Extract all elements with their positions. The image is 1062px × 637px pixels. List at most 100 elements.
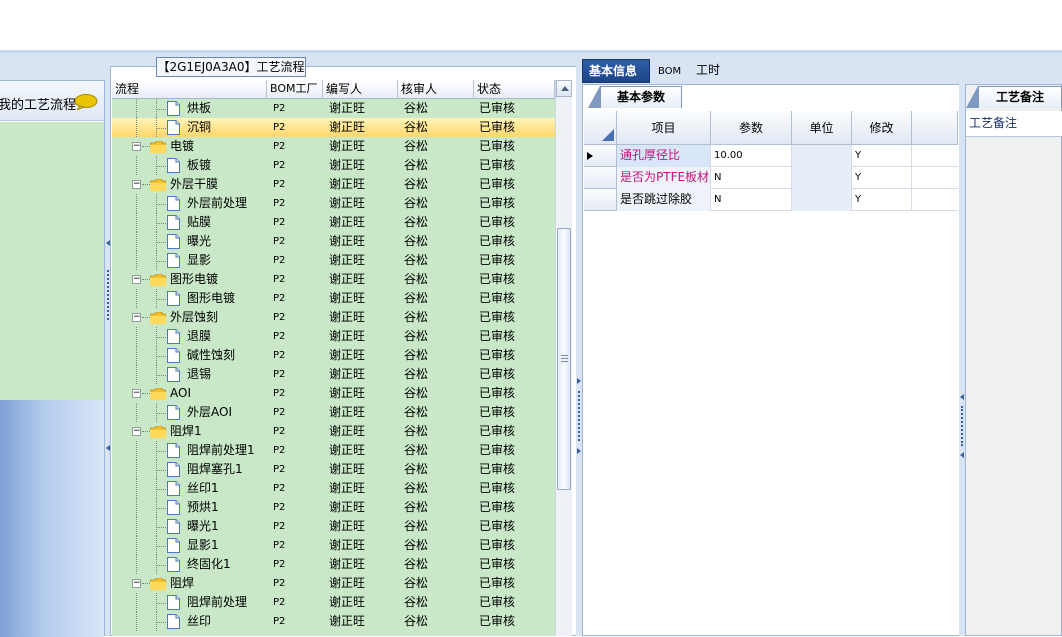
tree-row[interactable]: − 外层干膜 P2 谢正旺 谷松 已审核: [112, 175, 555, 194]
notes-tab-edge: [966, 86, 978, 108]
step-name: 阻焊前处理: [187, 595, 248, 609]
param-value-input[interactable]: N: [711, 167, 792, 189]
tree-row[interactable]: 贴膜 P2 谢正旺 谷松 已审核: [112, 213, 555, 232]
param-value-input[interactable]: 10.00: [711, 145, 792, 167]
col-header-status[interactable]: 状态: [474, 80, 555, 99]
tree-connector: [156, 527, 166, 528]
writer: 谢正旺: [329, 101, 366, 115]
tree-row[interactable]: 曝光1 P2 谢正旺 谷松 已审核: [112, 517, 555, 536]
step-name: 图形电镀: [170, 272, 219, 286]
param-row[interactable]: 是否跳过除胶 N Y: [584, 189, 958, 211]
status: 已审核: [479, 101, 516, 115]
collapse-toggle-icon[interactable]: −: [132, 427, 141, 436]
tree-connector: [142, 317, 150, 318]
scroll-up-button[interactable]: [556, 80, 572, 97]
param-row[interactable]: 是否为PTFE板材 N Y: [584, 167, 958, 189]
tree-row[interactable]: 图形电镀 P2 谢正旺 谷松 已审核: [112, 289, 555, 308]
tab-work-hours[interactable]: 工时: [690, 59, 730, 83]
params-col-value[interactable]: 参数: [711, 111, 792, 145]
collapse-toggle-icon[interactable]: −: [132, 142, 141, 151]
status: 已审核: [479, 348, 516, 362]
params-col-item[interactable]: 项目: [617, 111, 711, 145]
tree-row[interactable]: 沉铜 P2 谢正旺 谷松 已审核: [112, 118, 555, 137]
step-name: 碱性蚀刻: [187, 348, 236, 362]
param-value-input[interactable]: N: [711, 189, 792, 211]
tree-row[interactable]: 阻焊前处理1 P2 谢正旺 谷松 已审核: [112, 441, 555, 460]
row-indicator[interactable]: [584, 167, 617, 189]
folder-icon: [150, 141, 166, 153]
process-notes-field[interactable]: 工艺备注: [966, 111, 1062, 137]
collapse-toggle-icon[interactable]: −: [132, 579, 141, 588]
tab-process-notes[interactable]: 工艺备注: [978, 86, 1062, 108]
tree-connector: [136, 593, 137, 612]
tree-connector: [136, 536, 137, 555]
tree-row[interactable]: − 电镀 P2 谢正旺 谷松 已审核: [112, 137, 555, 156]
tree-row[interactable]: 外层前处理 P2 谢正旺 谷松 已审核: [112, 194, 555, 213]
tree-row[interactable]: 丝印1 P2 谢正旺 谷松 已审核: [112, 479, 555, 498]
tree-row[interactable]: − 阻焊 P2 谢正旺 谷松 已审核: [112, 574, 555, 593]
tree-row[interactable]: 阻焊前处理 P2 谢正旺 谷松 已审核: [112, 593, 555, 612]
tab-basic-params[interactable]: 基本参数: [600, 86, 682, 108]
folder-icon: [150, 578, 166, 590]
tree-row[interactable]: 烘板 P2 谢正旺 谷松 已审核: [112, 99, 555, 118]
tree-row[interactable]: 曝光 P2 谢正旺 谷松 已审核: [112, 232, 555, 251]
tree-row[interactable]: 退膜 P2 谢正旺 谷松 已审核: [112, 327, 555, 346]
reviewer: 谷松: [404, 481, 429, 495]
document-icon: [167, 120, 180, 135]
document-icon: [167, 481, 180, 496]
status: 已审核: [479, 443, 516, 457]
tree-row[interactable]: 预烘1 P2 谢正旺 谷松 已审核: [112, 498, 555, 517]
collapse-toggle-icon[interactable]: −: [132, 180, 141, 189]
tree-row[interactable]: 显影1 P2 谢正旺 谷松 已审核: [112, 536, 555, 555]
tab-bom[interactable]: BOM: [652, 59, 686, 83]
folder-icon: [150, 274, 166, 286]
tree-row[interactable]: − 图形电镀 P2 谢正旺 谷松 已审核: [112, 270, 555, 289]
tree-row[interactable]: − AOI P2 谢正旺 谷松 已审核: [112, 384, 555, 403]
collapse-toggle-icon[interactable]: −: [132, 313, 141, 322]
status: 已审核: [479, 557, 516, 571]
col-header-flow[interactable]: 流程: [112, 80, 267, 99]
collapse-toggle-icon[interactable]: −: [132, 389, 141, 398]
tree-row[interactable]: 板镀 P2 谢正旺 谷松 已审核: [112, 156, 555, 175]
reviewer: 谷松: [404, 196, 429, 210]
tree-connector: [156, 508, 166, 509]
tree-row[interactable]: 阻焊塞孔1 P2 谢正旺 谷松 已审核: [112, 460, 555, 479]
grid-vertical-scrollbar[interactable]: [555, 80, 572, 636]
tree-row[interactable]: − 阻焊1 P2 谢正旺 谷松 已审核: [112, 422, 555, 441]
param-row[interactable]: 通孔厚径比 10.00 Y: [584, 145, 958, 167]
tree-row[interactable]: 碱性蚀刻 P2 谢正旺 谷松 已审核: [112, 346, 555, 365]
tree-row[interactable]: 终固化1 P2 谢正旺 谷松 已审核: [112, 555, 555, 574]
tree-connector: [156, 565, 166, 566]
col-header-reviewer[interactable]: 核审人: [398, 80, 474, 99]
col-header-bom[interactable]: BOM工厂: [267, 80, 323, 99]
status: 已审核: [479, 538, 516, 552]
writer: 谢正旺: [329, 519, 366, 533]
tree-row[interactable]: 丝印 P2 谢正旺 谷松 已审核: [112, 612, 555, 631]
document-icon: [167, 101, 180, 116]
row-indicator[interactable]: [584, 189, 617, 211]
writer: 谢正旺: [329, 405, 366, 419]
status: 已审核: [479, 481, 516, 495]
nav-item-my-process[interactable]: 我的工艺流程: [0, 81, 104, 121]
tree-connector: [136, 479, 137, 498]
tab-basic-info[interactable]: 基本信息: [582, 59, 650, 83]
tree-row[interactable]: 显影 P2 谢正旺 谷松 已审核: [112, 251, 555, 270]
step-name: 图形电镀: [187, 291, 236, 305]
col-header-writer[interactable]: 编写人: [323, 80, 398, 99]
bom-factory: P2: [273, 540, 286, 551]
status: 已审核: [479, 310, 516, 324]
reviewer: 谷松: [404, 557, 429, 571]
document-icon: [167, 462, 180, 477]
document-icon: [167, 196, 180, 211]
params-col-unit[interactable]: 单位: [792, 111, 852, 145]
collapse-toggle-icon[interactable]: −: [132, 275, 141, 284]
tree-row[interactable]: − 外层蚀刻 P2 谢正旺 谷松 已审核: [112, 308, 555, 327]
scroll-thumb[interactable]: [557, 228, 571, 490]
folder-icon: [150, 388, 166, 400]
reviewer: 谷松: [404, 215, 429, 229]
tree-row[interactable]: 外层AOI P2 谢正旺 谷松 已审核: [112, 403, 555, 422]
tree-row[interactable]: 退锡 P2 谢正旺 谷松 已审核: [112, 365, 555, 384]
row-indicator[interactable]: [584, 145, 617, 167]
tree-connector: [156, 489, 166, 490]
params-col-modify[interactable]: 修改: [852, 111, 912, 145]
